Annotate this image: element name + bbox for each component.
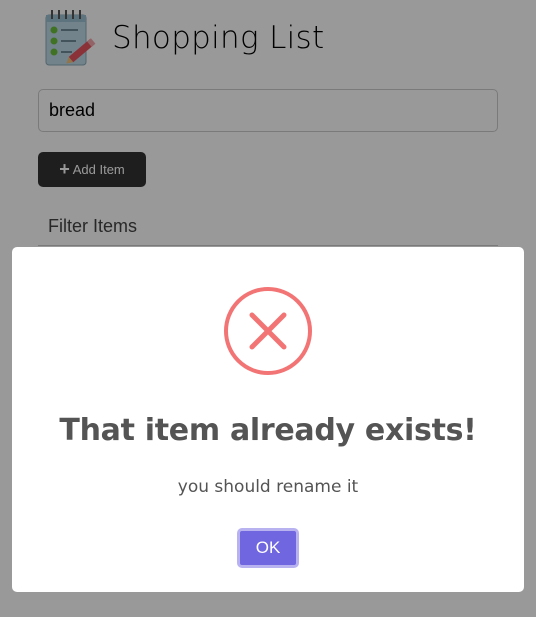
error-x-icon [224,287,312,375]
ok-button[interactable]: OK [237,528,299,568]
alert-message: you should rename it [177,477,359,497]
alert-dialog: That item already exists! you should ren… [12,247,524,592]
alert-title: That item already exists! [59,413,477,448]
